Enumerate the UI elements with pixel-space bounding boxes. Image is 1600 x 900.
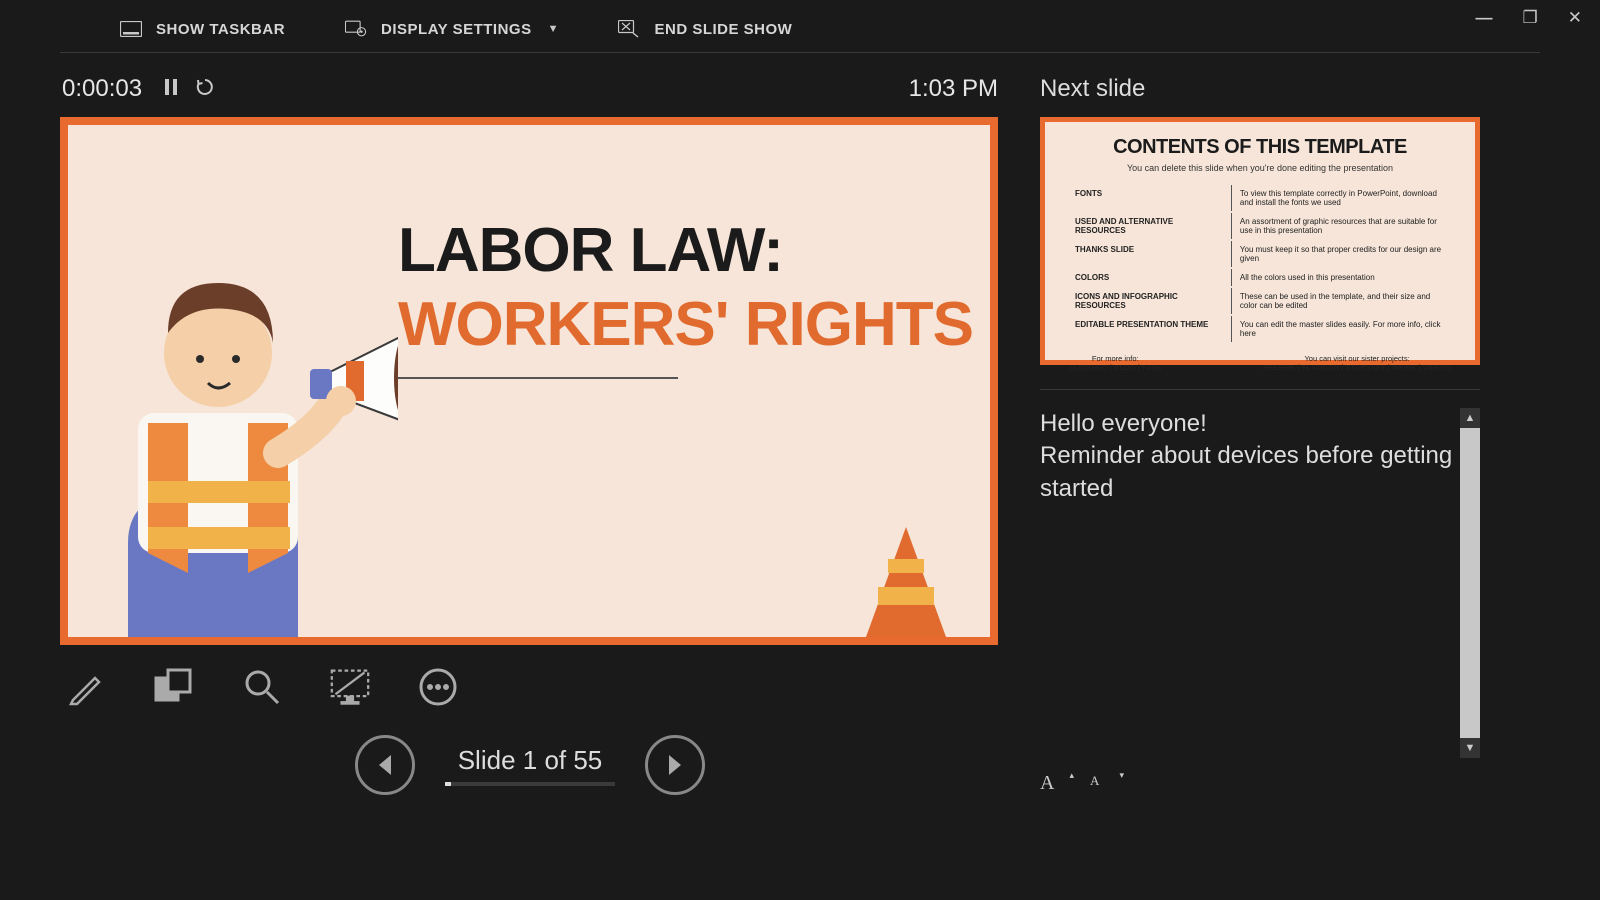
pause-timer-button[interactable]: [164, 78, 178, 101]
end-slideshow-label: END SLIDE SHOW: [654, 21, 792, 38]
previous-slide-button[interactable]: [355, 735, 415, 795]
notes-scrollbar[interactable]: ▲ ▼: [1460, 408, 1480, 758]
ns-footer-left: SLIDESGO | BLOG | FAQs: [1069, 363, 1162, 372]
presenter-toolbar: SHOW TASKBAR DISPLAY SETTINGS ▼ END SLID…: [60, 0, 1540, 53]
speaker-notes-panel: Hello everyone! Reminder about devices b…: [1040, 408, 1480, 758]
window-controls: — ❐ ✕: [1476, 8, 1583, 28]
close-button[interactable]: ✕: [1568, 8, 1582, 28]
show-taskbar-button[interactable]: SHOW TASKBAR: [120, 20, 285, 38]
ns-row-value: You must keep it so that proper credits …: [1231, 241, 1449, 267]
black-screen-button[interactable]: [330, 667, 370, 707]
display-settings-button[interactable]: DISPLAY SETTINGS ▼: [345, 20, 558, 38]
display-settings-icon: [345, 20, 367, 38]
traffic-cone-illustration: [866, 527, 946, 637]
ns-row: USED AND ALTERNATIVE RESOURCESAn assortm…: [1071, 213, 1449, 239]
slide-progress[interactable]: [445, 782, 615, 786]
ns-row: THANKS SLIDEYou must keep it so that pro…: [1071, 241, 1449, 267]
ns-row-value: These can be used in the template, and t…: [1231, 288, 1449, 314]
ns-row-key: USED AND ALTERNATIVE RESOURCES: [1071, 213, 1229, 239]
divider: [1040, 389, 1480, 390]
end-show-icon: [618, 20, 640, 38]
slide-counter: Slide 1 of 55: [445, 745, 615, 776]
presenter-tools: [60, 645, 1000, 713]
title-underline: [398, 377, 678, 379]
ns-footer-right-top: You can visit our sister projects:: [1263, 354, 1451, 363]
next-slide-subtitle: You can delete this slide when you're do…: [1069, 163, 1451, 173]
slide-navigation: Slide 1 of 55: [60, 735, 1000, 795]
slide-title-line1: LABOR LAW:: [398, 215, 973, 286]
ns-footer-left-top: For more info:: [1069, 354, 1162, 363]
next-slide-title: CONTENTS OF THIS TEMPLATE: [1069, 136, 1451, 159]
pen-tool-button[interactable]: [66, 667, 106, 707]
current-time: 1:03 PM: [909, 75, 998, 103]
ns-row-key: ICONS AND INFOGRAPHIC RESOURCES: [1071, 288, 1229, 314]
reset-timer-button[interactable]: [196, 78, 214, 101]
ns-row-value: An assortment of graphic resources that …: [1231, 213, 1449, 239]
ns-row-value: You can edit the master slides easily. F…: [1231, 316, 1449, 342]
ns-row: EDITABLE PRESENTATION THEMEYou can edit …: [1071, 316, 1449, 342]
ns-row-key: THANKS SLIDE: [1071, 241, 1229, 267]
next-slide-preview[interactable]: CONTENTS OF THIS TEMPLATE You can delete…: [1040, 117, 1480, 365]
timer-row: 0:00:03 1:03 PM: [60, 53, 1000, 117]
next-slide-label: Next slide: [1040, 75, 1540, 103]
ns-row: COLORSAll the colors used in this presen…: [1071, 269, 1449, 286]
ns-footer-right: FREEPIK | FLATICON | STORYSET | WEPIK | …: [1263, 363, 1451, 372]
taskbar-icon: [120, 20, 142, 38]
elapsed-time: 0:00:03: [62, 75, 142, 103]
ns-row-key: COLORS: [1071, 269, 1229, 286]
decrease-font-button[interactable]: A▾: [1090, 772, 1118, 796]
display-settings-label: DISPLAY SETTINGS: [381, 21, 532, 38]
more-options-button[interactable]: [418, 667, 458, 707]
worker-illustration: [68, 243, 398, 637]
restore-button[interactable]: ❐: [1523, 8, 1538, 28]
ns-row: FONTSTo view this template correctly in …: [1071, 185, 1449, 211]
scroll-down-button[interactable]: ▼: [1460, 738, 1480, 758]
show-taskbar-label: SHOW TASKBAR: [156, 21, 285, 38]
slide-title-line2: WORKERS' RIGHTS: [398, 292, 973, 357]
notes-font-controls: A▴ A▾: [1040, 772, 1540, 796]
ns-row-key: EDITABLE PRESENTATION THEME: [1071, 316, 1229, 342]
ns-row-value: All the colors used in this presentation: [1231, 269, 1449, 286]
zoom-button[interactable]: [242, 667, 282, 707]
increase-font-button[interactable]: A▴: [1040, 772, 1068, 796]
speaker-notes[interactable]: Hello everyone! Reminder about devices b…: [1040, 408, 1456, 758]
ns-row-value: To view this template correctly in Power…: [1231, 185, 1449, 211]
ns-row: ICONS AND INFOGRAPHIC RESOURCESThese can…: [1071, 288, 1449, 314]
end-slideshow-button[interactable]: END SLIDE SHOW: [618, 20, 792, 38]
current-slide-preview[interactable]: LABOR LAW: WORKERS' RIGHTS: [60, 117, 998, 645]
scroll-up-button[interactable]: ▲: [1460, 408, 1480, 428]
next-slide-contents-table: FONTSTo view this template correctly in …: [1069, 183, 1451, 344]
next-slide-button[interactable]: [645, 735, 705, 795]
chevron-down-icon: ▼: [548, 23, 559, 35]
ns-row-key: FONTS: [1071, 185, 1229, 211]
minimize-button[interactable]: —: [1476, 8, 1493, 28]
see-all-slides-button[interactable]: [154, 667, 194, 707]
